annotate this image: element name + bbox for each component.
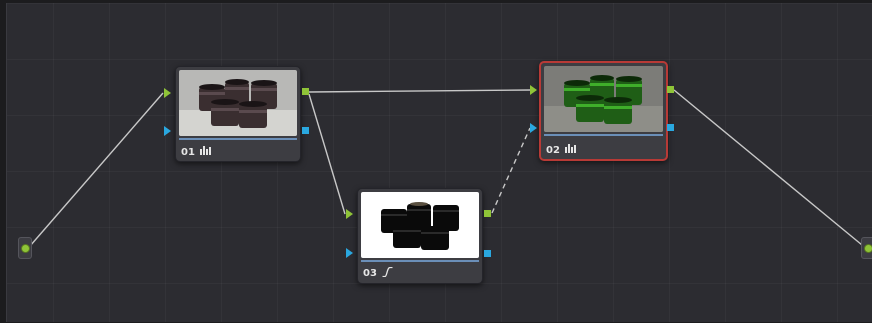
bars-icon	[199, 146, 211, 158]
node-03-label: 03	[363, 268, 377, 279]
lens-image	[179, 70, 297, 136]
node-01-status-bar	[179, 138, 297, 140]
rgb-output-dot[interactable]	[21, 244, 30, 253]
node-01-key-output[interactable]	[302, 127, 309, 134]
node-02-label: 02	[546, 144, 560, 156]
node-02[interactable]: 02	[539, 61, 668, 161]
node-01-label: 01	[181, 146, 195, 158]
node-02-status-bar	[544, 134, 663, 136]
node-01-thumbnail	[179, 70, 297, 136]
node-03-status-bar	[361, 260, 479, 262]
source-input-node[interactable]	[18, 237, 32, 259]
lens-image-key	[361, 192, 479, 258]
node-03-rgb-input[interactable]	[346, 209, 353, 219]
bars-icon	[564, 144, 576, 156]
lens-image-green	[544, 66, 663, 132]
node-02-thumbnail	[544, 66, 663, 132]
node-03-rgb-output[interactable]	[484, 210, 491, 217]
node-02-key-input[interactable]	[530, 123, 537, 133]
node-01-rgb-input[interactable]	[164, 88, 171, 98]
node-03-thumbnail	[361, 192, 479, 258]
node-01-key-input[interactable]	[164, 126, 171, 136]
node-03-key-input[interactable]	[346, 248, 353, 258]
node-01-rgb-output[interactable]	[302, 88, 309, 95]
node-02-key-output[interactable]	[667, 124, 674, 131]
curve-icon	[382, 266, 393, 280]
rgb-input-dot[interactable]	[864, 244, 872, 253]
node-02-rgb-output[interactable]	[667, 86, 674, 93]
node-03-key-output[interactable]	[484, 250, 491, 257]
output-node[interactable]	[861, 237, 872, 259]
node-02-rgb-input[interactable]	[530, 85, 537, 95]
node-03[interactable]: 03	[357, 188, 483, 284]
node-01[interactable]: 01	[175, 66, 301, 162]
